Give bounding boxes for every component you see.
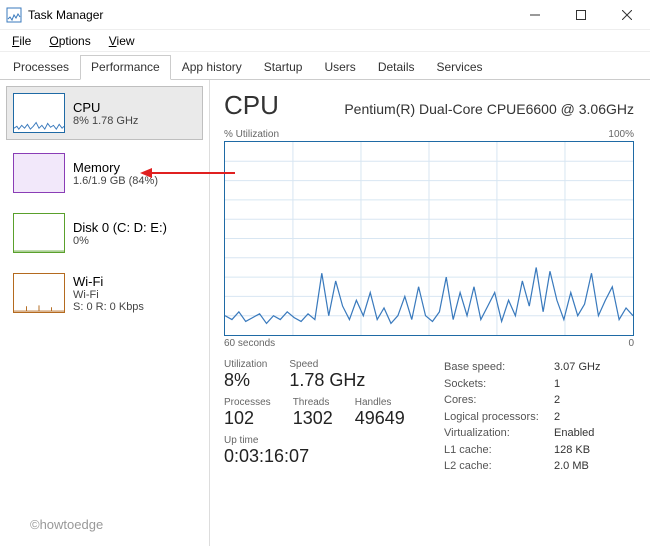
window-controls: [512, 0, 650, 30]
disk-thumb-chart: [13, 213, 65, 253]
utilization-value: 8%: [224, 370, 267, 391]
sidebar-memory-name: Memory: [73, 160, 158, 175]
tab-startup[interactable]: Startup: [253, 55, 314, 80]
chart-ymax: 100%: [608, 129, 634, 140]
cpu-thumb-chart: [13, 93, 65, 133]
handles-label: Handles: [355, 397, 405, 408]
minimize-button[interactable]: [512, 0, 558, 30]
lp-v: 2: [554, 409, 560, 426]
memory-thumb-chart: [13, 153, 65, 193]
tab-app-history[interactable]: App history: [171, 55, 253, 80]
menu-view[interactable]: View: [101, 32, 143, 50]
l1-k: L1 cache:: [444, 442, 554, 459]
tab-processes[interactable]: Processes: [2, 55, 80, 80]
sidebar-item-memory[interactable]: Memory 1.6/1.9 GB (84%): [6, 146, 203, 200]
base-speed-k: Base speed:: [444, 359, 554, 376]
close-button[interactable]: [604, 0, 650, 30]
speed-value: 1.78 GHz: [289, 370, 365, 391]
window-title: Task Manager: [28, 8, 103, 22]
tab-performance[interactable]: Performance: [80, 55, 171, 80]
sidebar-wifi-detail2: S: 0 R: 0 Kbps: [73, 301, 144, 313]
threads-value: 1302: [293, 408, 333, 429]
menubar: File Options View: [0, 30, 650, 52]
tab-users[interactable]: Users: [313, 55, 366, 80]
tab-services[interactable]: Services: [426, 55, 494, 80]
utilization-label: Utilization: [224, 359, 267, 370]
tabstrip: Processes Performance App history Startu…: [0, 52, 650, 80]
wifi-thumb-chart: [13, 273, 65, 313]
sidebar-item-cpu[interactable]: CPU 8% 1.78 GHz: [6, 86, 203, 140]
uptime-label: Up time: [224, 435, 414, 446]
sockets-v: 1: [554, 376, 560, 393]
sidebar-wifi-name: Wi-Fi: [73, 274, 144, 289]
cores-v: 2: [554, 392, 560, 409]
sidebar-memory-detail: 1.6/1.9 GB (84%): [73, 175, 158, 187]
uptime-value: 0:03:16:07: [224, 446, 414, 467]
l2-v: 2.0 MB: [554, 458, 589, 475]
sidebar-disk-name: Disk 0 (C: D: E:): [73, 220, 167, 235]
watermark: ©howtoedge: [30, 517, 103, 532]
sidebar-cpu-detail: 8% 1.78 GHz: [73, 115, 138, 127]
sidebar-disk-detail: 0%: [73, 235, 167, 247]
l1-v: 128 KB: [554, 442, 590, 459]
menu-options[interactable]: Options: [41, 32, 98, 50]
chart-xleft: 60 seconds: [224, 338, 275, 349]
virt-v: Enabled: [554, 425, 594, 442]
app-icon: [6, 7, 22, 23]
processes-label: Processes: [224, 397, 271, 408]
sidebar-item-disk[interactable]: Disk 0 (C: D: E:) 0%: [6, 206, 203, 260]
tab-details[interactable]: Details: [367, 55, 426, 80]
handles-value: 49649: [355, 408, 405, 429]
maximize-button[interactable]: [558, 0, 604, 30]
sidebar-item-wifi[interactable]: Wi-Fi Wi-Fi S: 0 R: 0 Kbps: [6, 266, 203, 320]
speed-label: Speed: [289, 359, 365, 370]
page-title: CPU: [224, 90, 279, 121]
processes-value: 102: [224, 408, 271, 429]
menu-file[interactable]: File: [4, 32, 39, 50]
sidebar-wifi-detail: Wi-Fi: [73, 289, 144, 301]
chart-xright: 0: [628, 338, 634, 349]
cpu-model: Pentium(R) Dual-Core CPUE6600 @ 3.06GHz: [344, 101, 634, 117]
cpu-chart[interactable]: [224, 141, 634, 336]
main-panel: CPU Pentium(R) Dual-Core CPUE6600 @ 3.06…: [210, 80, 650, 546]
virt-k: Virtualization:: [444, 425, 554, 442]
chart-ylabel: % Utilization: [224, 129, 279, 140]
l2-k: L2 cache:: [444, 458, 554, 475]
cores-k: Cores:: [444, 392, 554, 409]
lp-k: Logical processors:: [444, 409, 554, 426]
sockets-k: Sockets:: [444, 376, 554, 393]
titlebar: Task Manager: [0, 0, 650, 30]
sidebar: CPU 8% 1.78 GHz Memory 1.6/1.9 GB (84%) …: [0, 80, 210, 546]
base-speed-v: 3.07 GHz: [554, 359, 600, 376]
sidebar-cpu-name: CPU: [73, 100, 138, 115]
threads-label: Threads: [293, 397, 333, 408]
